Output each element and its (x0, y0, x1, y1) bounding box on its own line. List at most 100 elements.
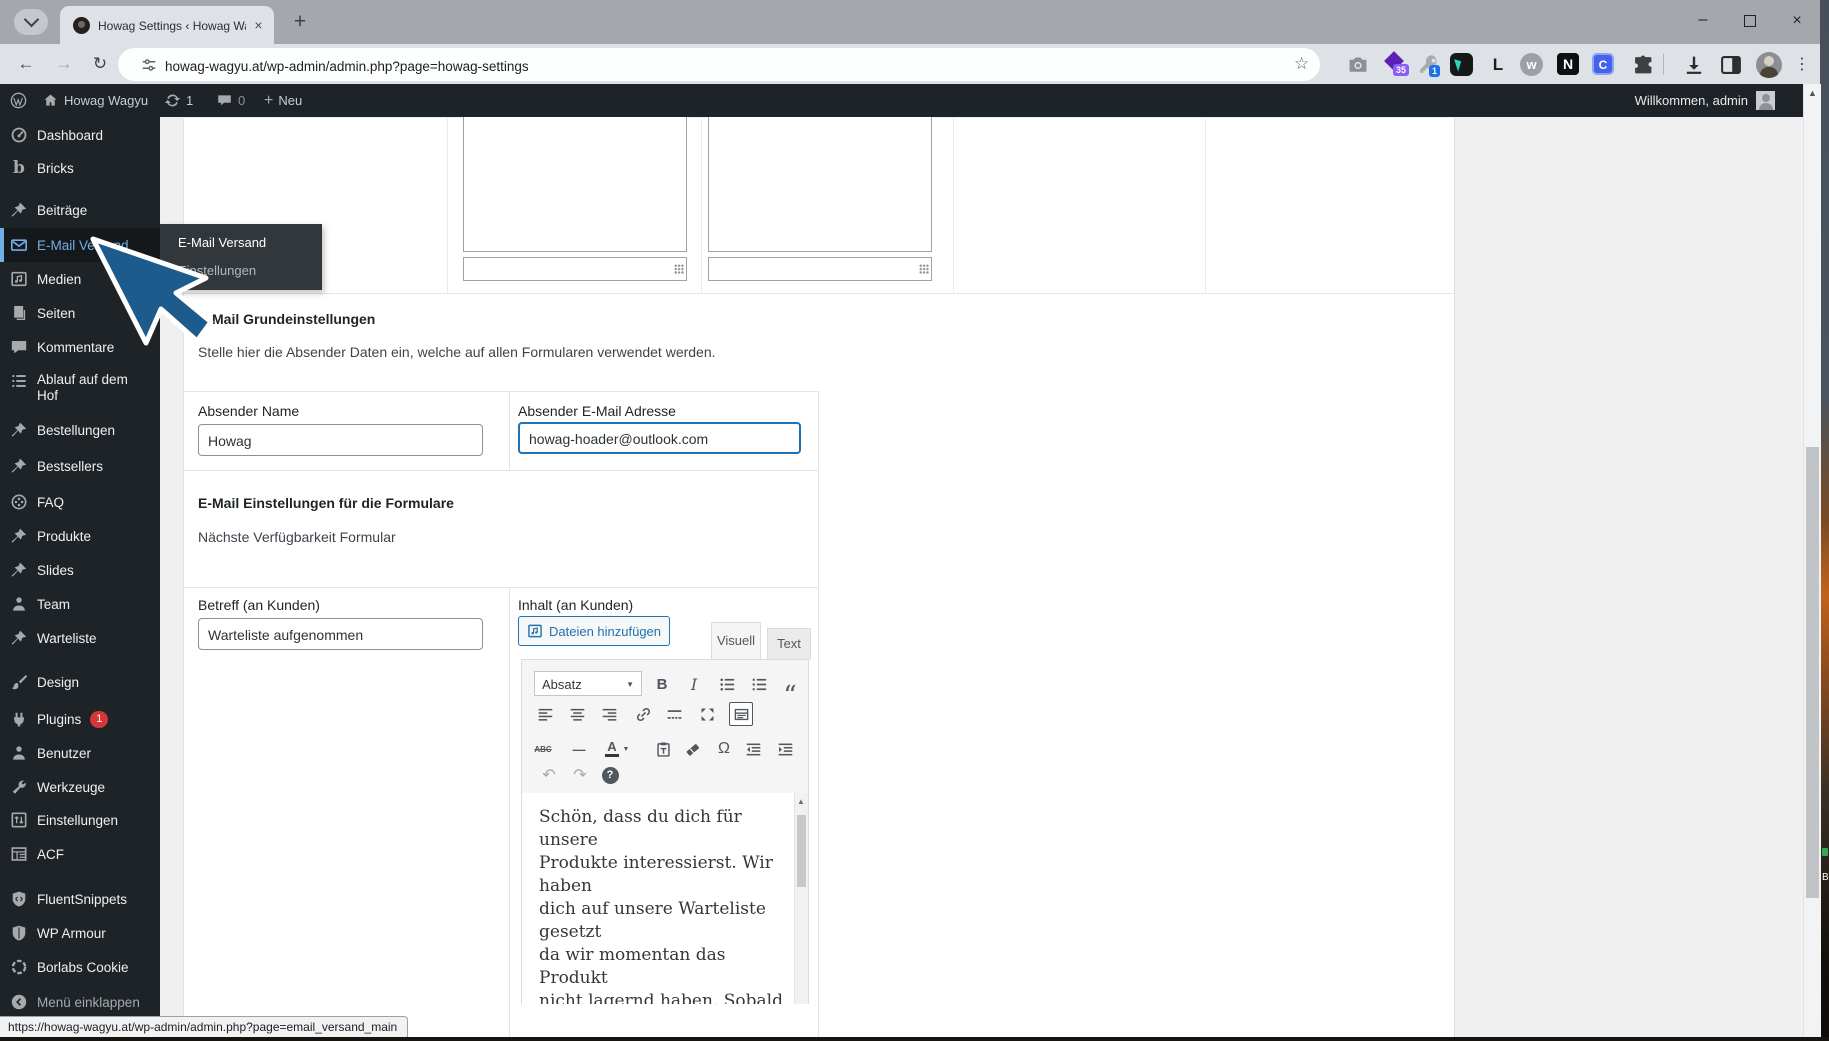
extension-cursor-app-icon[interactable] (1450, 53, 1473, 76)
screenshot-camera-icon[interactable] (1346, 53, 1370, 77)
sidebar-item-borlabs-cookie[interactable]: Borlabs Cookie (0, 952, 160, 982)
envelope-icon (10, 236, 28, 254)
downloads-icon[interactable] (1682, 53, 1706, 77)
admin-bar-comments[interactable]: 0 (216, 84, 245, 117)
add-media-button[interactable]: Dateien hinzufügen (518, 616, 670, 646)
sidebar-item-dashboard[interactable]: Dashboard (0, 120, 160, 150)
sidebar-item-design[interactable]: Design (0, 667, 160, 697)
bold-button[interactable]: B (650, 672, 674, 696)
format-select[interactable]: Absatz ▼ (534, 671, 642, 696)
resize-grip-icon[interactable] (674, 264, 684, 274)
new-tab-button[interactable]: + (288, 10, 312, 34)
wp-logo-menu[interactable] (10, 84, 27, 117)
desktop-shortcut-icon[interactable] (1822, 848, 1828, 856)
resize-grip-icon[interactable] (919, 264, 929, 274)
sidebar-item-fluentsnippets[interactable]: FluentSnippets (0, 884, 160, 914)
sidebar-item-collapse-menu[interactable]: Menü einklappen (0, 987, 160, 1017)
textarea-field[interactable] (463, 117, 687, 252)
read-more-button[interactable] (662, 702, 686, 726)
fullscreen-button[interactable] (695, 702, 719, 726)
bookmark-star-icon[interactable]: ☆ (1294, 54, 1309, 74)
sidebar-item-ablauf[interactable]: Ablauf auf dem Hof (0, 364, 160, 412)
extension-l-icon[interactable]: L (1486, 53, 1510, 77)
close-window-button[interactable]: × (1786, 10, 1808, 32)
admin-bar-account[interactable]: Willkommen, admin (1635, 84, 1775, 117)
forward-button[interactable]: → (52, 52, 76, 76)
align-right-button[interactable] (597, 702, 621, 726)
sidebar-item-beitraege[interactable]: Beiträge (0, 195, 160, 225)
scroll-up-icon[interactable]: ▲ (797, 797, 805, 806)
sidebar-item-acf[interactable]: ACF (0, 839, 160, 869)
sender-name-input[interactable]: Howag (198, 424, 483, 456)
sidebar-item-plugins[interactable]: Plugins 1 (0, 704, 160, 734)
numbered-list-button[interactable] (747, 672, 771, 696)
sidebar-item-faq[interactable]: FAQ (0, 487, 160, 517)
page-scrollbar[interactable]: ▲ (1803, 84, 1821, 1037)
outdent-button[interactable] (741, 737, 765, 761)
extension-notion-icon[interactable]: N (1557, 53, 1579, 75)
page-scrollbar-thumb[interactable] (1806, 447, 1819, 898)
admin-bar-updates[interactable]: 1 (164, 84, 193, 117)
sidebar-item-bestsellers[interactable]: Bestsellers (0, 451, 160, 481)
extension-w-icon[interactable]: w (1520, 53, 1543, 76)
horizontal-rule-button[interactable]: — (567, 737, 591, 761)
admin-bar-site-link[interactable]: Howag Wagyu (42, 84, 148, 117)
reload-button[interactable]: ↻ (88, 52, 112, 76)
tab-close-icon[interactable]: × (250, 17, 267, 34)
link-button[interactable] (631, 702, 655, 726)
tab-visual[interactable]: Visuell (711, 622, 761, 660)
scroll-up-icon[interactable]: ▲ (1808, 88, 1817, 98)
url-text[interactable]: howag-wagyu.at/wp-admin/admin.php?page=h… (165, 59, 529, 74)
extensions-puzzle-icon[interactable] (1631, 53, 1655, 77)
extension-password-key-icon[interactable]: 1 (1418, 53, 1442, 77)
tab-strip: Howag Settings ‹ Howag Wagy × + – × (0, 0, 1820, 44)
align-left-button[interactable] (533, 702, 557, 726)
sidebar-item-warteliste[interactable]: Warteliste (0, 623, 160, 653)
redo-button[interactable]: ↷ (568, 763, 592, 787)
minimize-button[interactable]: – (1692, 10, 1714, 32)
admin-bar-new[interactable]: + Neu (264, 84, 302, 117)
sidebar-item-slides[interactable]: Slides (0, 555, 160, 585)
subject-input[interactable]: Warteliste aufgenommen (198, 618, 483, 650)
browser-menu-icon[interactable]: ⋮ (1794, 53, 1810, 77)
textarea-field-small[interactable] (463, 257, 687, 281)
sidebar-item-benutzer[interactable]: Benutzer (0, 738, 160, 768)
editor-scrollbar[interactable]: ▲ (794, 793, 808, 1004)
editor-scrollbar-thumb[interactable] (797, 815, 806, 887)
text-color-caret[interactable]: ▼ (620, 737, 632, 761)
clear-formatting-button[interactable] (680, 737, 704, 761)
sidebar-item-team[interactable]: Team (0, 589, 160, 619)
back-button[interactable]: ← (14, 52, 38, 76)
tab-text[interactable]: Text (767, 628, 811, 660)
special-char-button[interactable]: Ω (712, 737, 736, 761)
indent-button[interactable] (773, 737, 797, 761)
new-label: Neu (278, 93, 303, 108)
align-center-button[interactable] (565, 702, 589, 726)
sidebar-item-werkzeuge[interactable]: Werkzeuge (0, 772, 160, 802)
blockquote-button[interactable]: “ (778, 672, 802, 709)
profile-avatar[interactable] (1756, 52, 1782, 78)
help-button[interactable]: ? (598, 763, 622, 787)
editor-content[interactable]: Schön, dass du dich für unsere Produkte … (522, 793, 808, 1004)
extension-bookmarks-icon[interactable]: 35 (1384, 51, 1410, 77)
extension-clickup-icon[interactable]: C (1592, 53, 1614, 75)
sidebar-item-wp-armour[interactable]: WP Armour (0, 918, 160, 948)
textarea-field-small[interactable] (708, 257, 932, 281)
toolbar-toggle-button[interactable] (729, 702, 753, 726)
paste-as-text-button[interactable] (651, 737, 675, 761)
sidebar-item-bestellungen[interactable]: Bestellungen (0, 415, 160, 445)
sidebar-item-produkte[interactable]: Produkte (0, 521, 160, 551)
maximize-button[interactable] (1739, 10, 1761, 32)
side-panel-icon[interactable] (1719, 53, 1743, 77)
sidebar-item-einstellungen[interactable]: Einstellungen (0, 805, 160, 835)
sender-email-input[interactable]: howag-hoader@outlook.com (518, 422, 801, 454)
sidebar-item-bricks[interactable]: b Bricks (0, 153, 160, 183)
bullet-list-button[interactable] (715, 672, 739, 696)
browser-tab[interactable]: Howag Settings ‹ Howag Wagy × (60, 6, 274, 44)
tab-search-button[interactable] (14, 9, 48, 35)
strikethrough-button[interactable]: ABC (531, 737, 555, 761)
undo-button[interactable]: ↶ (537, 763, 561, 787)
textarea-field[interactable] (708, 117, 932, 252)
site-settings-icon[interactable] (140, 56, 158, 74)
italic-button[interactable]: I (682, 672, 706, 696)
